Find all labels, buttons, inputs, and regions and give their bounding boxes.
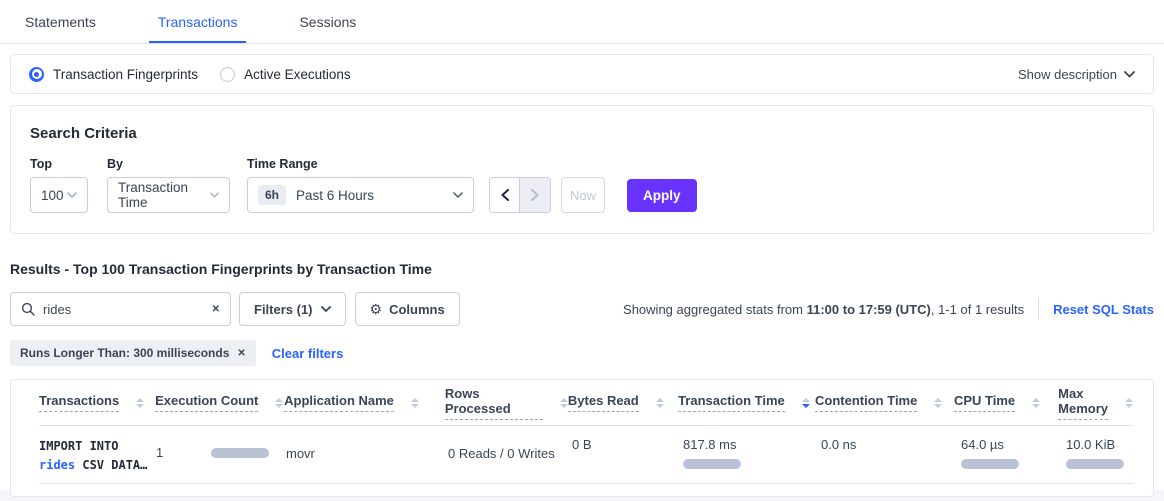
- radio-transaction-fingerprints[interactable]: Transaction Fingerprints: [29, 67, 198, 82]
- time-prev-button[interactable]: [490, 178, 520, 212]
- search-criteria-panel: Search Criteria Top 100 By Transaction T…: [10, 105, 1154, 234]
- chevron-left-icon: [501, 189, 509, 201]
- by-select-value: Transaction Time: [118, 180, 210, 210]
- time-next-button[interactable]: [520, 178, 550, 212]
- by-select[interactable]: Transaction Time: [107, 177, 230, 213]
- column-header-max-memory[interactable]: Max Memory: [1058, 386, 1133, 420]
- column-header-contention-time[interactable]: Contention Time: [815, 393, 954, 412]
- clear-filters-link[interactable]: Clear filters: [272, 346, 344, 361]
- sort-icon[interactable]: [1125, 398, 1133, 408]
- chevron-right-icon: [531, 189, 539, 201]
- max-memory-bar: [1066, 459, 1124, 469]
- chevron-down-icon: [1124, 71, 1135, 78]
- column-header-execution-count[interactable]: Execution Count: [155, 393, 284, 412]
- radio-label: Active Executions: [244, 67, 351, 82]
- sort-icon[interactable]: [560, 398, 568, 408]
- search-criteria-title: Search Criteria: [30, 125, 1134, 142]
- search-input-value: rides: [43, 302, 71, 317]
- vertical-divider: [1038, 298, 1039, 320]
- stats-time-range: 11:00 to 17:59 (UTC): [807, 302, 931, 317]
- show-description-toggle[interactable]: Show description: [1018, 67, 1135, 82]
- transactions-page: Statements Transactions Sessions Transac…: [0, 0, 1164, 490]
- apply-button[interactable]: Apply: [627, 179, 697, 212]
- time-range-field: Time Range 6h Past 6 Hours: [247, 157, 474, 213]
- radio-label: Transaction Fingerprints: [53, 67, 198, 82]
- top-select[interactable]: 100: [30, 177, 88, 213]
- gear-icon: ⚙: [370, 302, 383, 316]
- transaction-time-cell: 817.8 ms: [683, 437, 821, 469]
- max-memory-cell: 10.0 KiB: [1066, 437, 1133, 469]
- transaction-fingerprint-cell[interactable]: IMPORT INTOrides CSV DATA…: [39, 437, 156, 475]
- column-header-rows-processed[interactable]: Rows Processed: [445, 386, 568, 420]
- sort-icon[interactable]: [136, 398, 144, 408]
- time-range-label: Time Range: [247, 157, 474, 171]
- chevron-down-icon: [210, 192, 219, 198]
- by-field: By Transaction Time: [107, 157, 230, 213]
- time-range-badge: 6h: [258, 185, 286, 205]
- chevron-down-icon: [67, 192, 77, 198]
- search-clear-icon[interactable]: ✕: [212, 304, 220, 315]
- tab-statements[interactable]: Statements: [16, 0, 105, 43]
- contention-time-cell: 0.0 ns: [821, 437, 961, 452]
- table-row: IMPORT INTOrides CSV DATA… 1 movr 0 Read…: [39, 426, 1133, 484]
- column-header-transactions[interactable]: Transactions: [39, 393, 155, 412]
- radio-selected-icon: [29, 67, 44, 82]
- execution-count-bar: [211, 448, 269, 458]
- sort-icon[interactable]: [1032, 398, 1040, 408]
- table-header-row: Transactions Execution Count Application…: [39, 380, 1133, 426]
- now-button[interactable]: Now: [561, 177, 605, 213]
- tab-transactions[interactable]: Transactions: [149, 0, 247, 43]
- top-label: Top: [30, 157, 88, 171]
- sort-icon[interactable]: [411, 398, 419, 408]
- column-header-cpu-time[interactable]: CPU Time: [954, 393, 1058, 412]
- results-title: Results - Top 100 Transaction Fingerprin…: [10, 261, 1154, 277]
- filter-chip-label: Runs Longer Than: 300 milliseconds: [20, 346, 229, 360]
- sort-icon[interactable]: [802, 398, 810, 408]
- columns-button[interactable]: ⚙ Columns: [355, 292, 460, 326]
- column-header-bytes-read[interactable]: Bytes Read: [568, 393, 678, 412]
- filters-button[interactable]: Filters (1): [239, 292, 346, 326]
- radio-unselected-icon: [220, 67, 235, 82]
- view-toggle-panel: Transaction Fingerprints Active Executio…: [10, 54, 1154, 94]
- filter-chip: Runs Longer Than: 300 milliseconds ✕: [10, 340, 256, 366]
- show-description-label: Show description: [1018, 67, 1117, 82]
- column-header-transaction-time[interactable]: Transaction Time: [678, 393, 815, 412]
- sort-icon[interactable]: [934, 398, 942, 408]
- results-table: Transactions Execution Count Application…: [10, 379, 1154, 497]
- rows-processed-cell: 0 Reads / 0 Writes: [448, 437, 572, 461]
- sort-icon[interactable]: [275, 398, 283, 408]
- reset-sql-stats-link[interactable]: Reset SQL Stats: [1053, 302, 1154, 317]
- tab-sessions[interactable]: Sessions: [290, 0, 365, 43]
- columns-button-label: Columns: [389, 302, 445, 317]
- cpu-time-bar: [961, 459, 1019, 469]
- radio-active-executions[interactable]: Active Executions: [220, 67, 351, 82]
- bytes-read-cell: 0 B: [572, 437, 683, 452]
- sort-icon[interactable]: [656, 398, 664, 408]
- search-input[interactable]: rides ✕: [10, 292, 231, 326]
- sql-activity-tabbar: Statements Transactions Sessions: [0, 0, 1164, 44]
- active-filters-row: Runs Longer Than: 300 milliseconds ✕ Cle…: [10, 340, 1154, 366]
- filter-chip-remove-icon[interactable]: ✕: [237, 348, 245, 359]
- time-pager: [489, 177, 551, 213]
- by-label: By: [107, 157, 230, 171]
- time-range-value: Past 6 Hours: [296, 188, 374, 203]
- top-field: Top 100: [30, 157, 88, 213]
- transaction-link[interactable]: rides: [39, 458, 75, 472]
- application-name-cell: movr: [286, 437, 448, 461]
- time-range-select[interactable]: 6h Past 6 Hours: [247, 177, 474, 213]
- column-header-application-name[interactable]: Application Name: [284, 393, 445, 412]
- cpu-time-cell: 64.0 µs: [961, 437, 1066, 469]
- results-controls-row: rides ✕ Filters (1) ⚙ Columns Showing ag…: [10, 292, 1154, 326]
- top-select-value: 100: [41, 188, 64, 203]
- execution-count-cell: 1: [156, 437, 286, 460]
- filters-button-label: Filters (1): [254, 302, 313, 317]
- chevron-down-icon: [321, 306, 331, 312]
- aggregated-stats-text: Showing aggregated stats from 11:00 to 1…: [623, 302, 1024, 317]
- chevron-down-icon: [453, 192, 463, 198]
- transaction-time-bar: [683, 459, 741, 469]
- search-icon: [21, 302, 35, 316]
